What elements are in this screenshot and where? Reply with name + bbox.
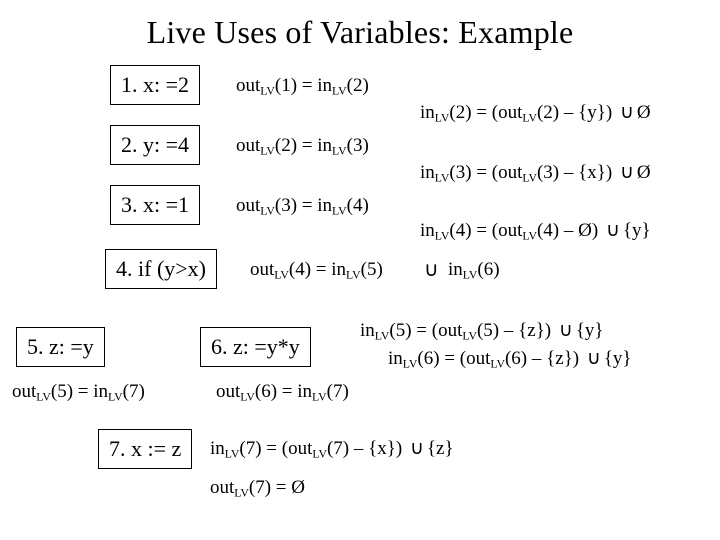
- eq-out4b: inLV(6): [448, 259, 500, 282]
- node-4: 4. if (y>x): [105, 249, 217, 289]
- eq-out3: outLV(3) = inLV(4): [236, 195, 369, 218]
- eq-out4a: outLV(4) = inLV(5): [250, 259, 383, 282]
- eq-in4: inLV(4) = (outLV(4) – Ø) ∪{y}: [420, 219, 651, 243]
- eq-out5: outLV(5) = inLV(7): [12, 381, 145, 404]
- eq-out1: outLV(1) = inLV(2): [236, 75, 369, 98]
- node-5: 5. z: =y: [16, 327, 105, 367]
- node-1: 1. x: =2: [110, 65, 200, 105]
- eq-in7: inLV(7) = (outLV(7) – {x}) ∪{z}: [210, 437, 454, 461]
- eq-in5: inLV(5) = (outLV(5) – {z}) ∪{y}: [360, 319, 604, 343]
- eq-in2: inLV(2) = (outLV(2) – {y}) ∪Ø: [420, 101, 651, 125]
- eq-in3: inLV(3) = (outLV(3) – {x}) ∪Ø: [420, 161, 651, 185]
- union-icon: ∪: [424, 257, 439, 282]
- eq-out7: outLV(7) = Ø: [210, 477, 305, 500]
- eq-in6: inLV(6) = (outLV(6) – {z}) ∪{y}: [388, 347, 632, 371]
- diagram-canvas: 1. x: =2 2. y: =4 3. x: =1 4. if (y>x) 5…: [0, 57, 720, 537]
- node-3: 3. x: =1: [110, 185, 200, 225]
- node-2: 2. y: =4: [110, 125, 200, 165]
- node-6: 6. z: =y*y: [200, 327, 311, 367]
- page-title: Live Uses of Variables: Example: [0, 0, 720, 57]
- eq-out6: outLV(6) = inLV(7): [216, 381, 349, 404]
- eq-out2: outLV(2) = inLV(3): [236, 135, 369, 158]
- node-7: 7. x := z: [98, 429, 192, 469]
